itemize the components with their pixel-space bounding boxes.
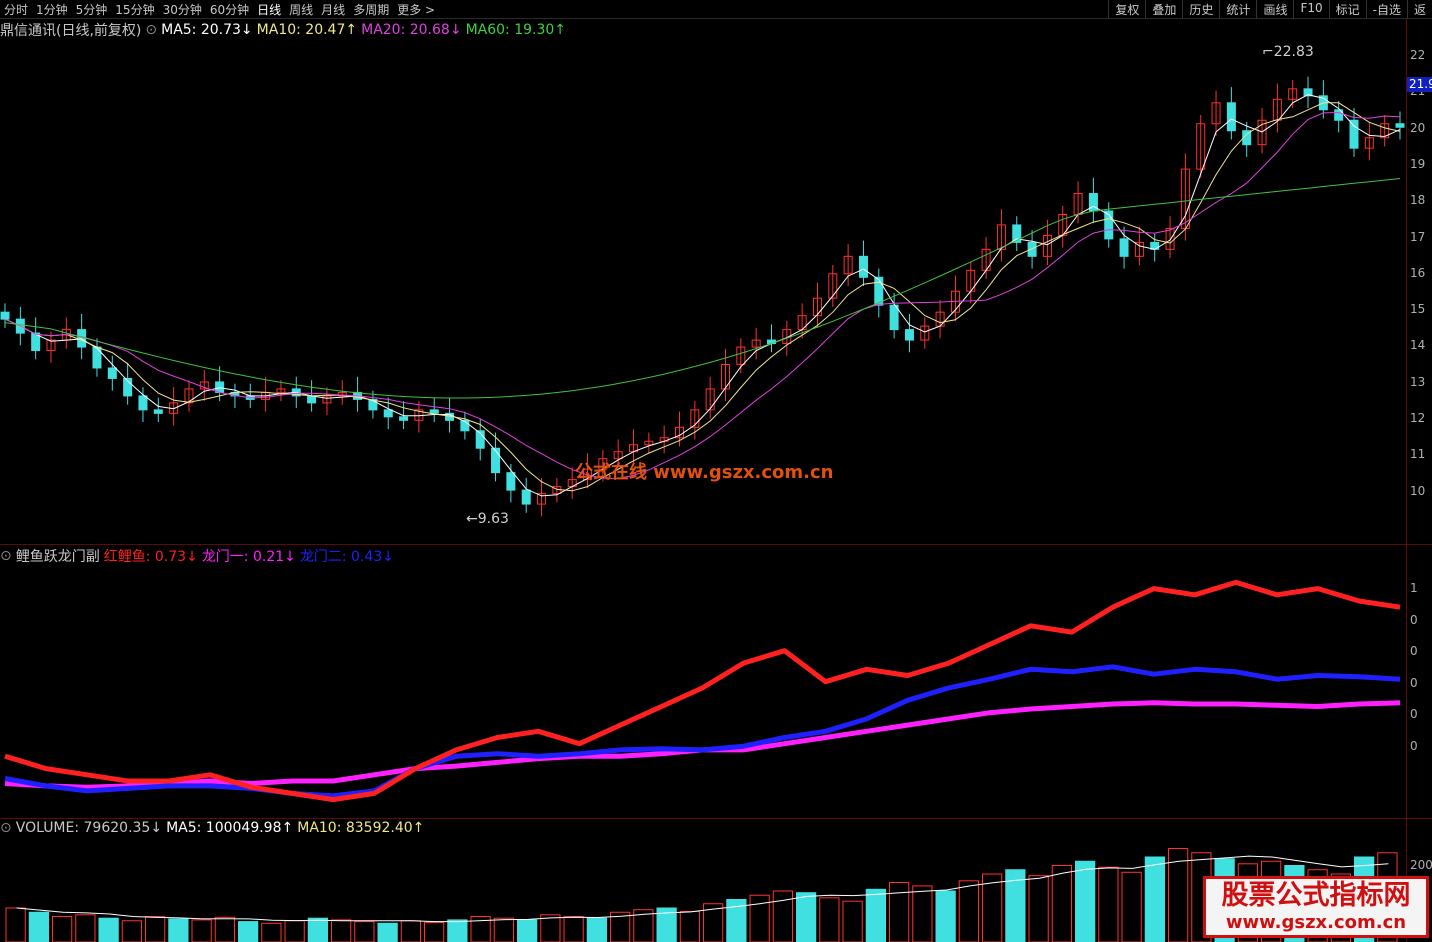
watermark-text: 公式在线 www.gszx.com.cn [575, 462, 834, 483]
volume-bar [935, 890, 956, 942]
volume-bar [842, 900, 863, 942]
volume-bar [121, 920, 142, 942]
volume-bar [284, 920, 305, 942]
ma20-line [4, 111, 1401, 480]
volume-bar [261, 922, 282, 942]
candle-body [215, 381, 225, 393]
low-price-value: 9.63 [477, 511, 509, 527]
volume-bar [865, 888, 886, 942]
volume-bar [796, 892, 817, 942]
ma10-line [4, 102, 1401, 492]
candle-body [138, 395, 148, 411]
price-axis-tick: 11 [1410, 447, 1426, 462]
high-price-value: 22.83 [1273, 44, 1314, 60]
volume-bar [679, 910, 700, 942]
volume-bar [958, 880, 979, 942]
volume-bar [75, 914, 96, 942]
candle-body [506, 472, 516, 491]
candle-body [904, 329, 914, 341]
volume-bar [1121, 871, 1142, 942]
price-axis-tick: 13 [1410, 374, 1426, 389]
volume-bar [331, 919, 352, 942]
candle-body [491, 447, 501, 474]
price-axis-tick: 12 [1410, 411, 1426, 425]
volume-bar [1075, 860, 1096, 942]
high-price-annotation: ⌐22.83 [1262, 44, 1314, 60]
axis-separator [1406, 19, 1407, 942]
candle-body [1027, 241, 1037, 257]
price-axis-tick: 16 [1410, 265, 1426, 280]
price-axis-tick: 14 [1410, 338, 1426, 353]
candle-body [1226, 102, 1236, 132]
brand-name: 股票公式指标网 [1221, 880, 1411, 911]
ma5-line [4, 94, 1401, 497]
volume-bar [1051, 865, 1072, 942]
price-axis-tick: 19 [1410, 156, 1426, 171]
volume-bar [5, 907, 26, 942]
volume-bar [1098, 866, 1119, 942]
indicator-axis-tick: 0 [1410, 612, 1418, 627]
volume-bar [447, 919, 468, 942]
price-axis-tick: 15 [1410, 302, 1426, 317]
volume-bar [563, 916, 584, 942]
price-axis-tick: 18 [1410, 193, 1426, 208]
volume-bar [377, 922, 398, 942]
volume-bar [307, 917, 328, 942]
indicator-axis-tick: 1 [1410, 581, 1418, 595]
volume-bar [191, 919, 212, 942]
candle-body [383, 409, 393, 418]
ma60-line [4, 178, 1401, 399]
candle-body [107, 367, 117, 379]
candle-body [858, 255, 868, 278]
price-axis-tick: 20 [1410, 120, 1426, 135]
volume-bar [424, 921, 445, 942]
candle-body [889, 304, 899, 331]
volume-bar [586, 917, 607, 942]
volume-bar [517, 919, 538, 942]
price-axis-tick: 10 [1410, 483, 1426, 498]
candle-body [1349, 119, 1359, 149]
volume-bar [145, 916, 166, 942]
volume-bar [889, 882, 910, 942]
candle-body [521, 489, 531, 505]
price-axis-tick: 22 [1410, 48, 1426, 62]
candle-body [0, 311, 10, 320]
candle-body [1119, 238, 1129, 257]
indicator-axis-tick: 0 [1410, 738, 1418, 753]
low-price-annotation: ←9.63 [466, 511, 509, 527]
volume-bar [1144, 856, 1165, 942]
indicator-axis-tick: 0 [1410, 675, 1418, 690]
volume-axis-tick: 200 [1410, 858, 1432, 872]
brand-url: www.gszx.com.cn [1225, 912, 1407, 933]
volume-bar [1028, 875, 1049, 942]
candle-body [1395, 123, 1405, 128]
volume-bar [52, 916, 73, 942]
volume-bar [400, 920, 421, 942]
indicator-axis-tick: 0 [1410, 644, 1418, 658]
price-axis-tick: 17 [1410, 229, 1426, 244]
candle-body [399, 416, 409, 421]
tool-button[interactable]: 返 [1406, 0, 1432, 19]
red-carp-line [4, 579, 1401, 803]
volume-bar [772, 890, 793, 942]
candle-body [307, 395, 317, 404]
volume-bar [493, 917, 514, 942]
volume-bar [354, 921, 375, 942]
current-price-tag: 21.9 [1407, 77, 1432, 92]
candle-body [153, 409, 163, 414]
candle-body [92, 346, 102, 369]
volume-bar [214, 916, 235, 942]
volume-bar [98, 917, 119, 942]
volume-bar [168, 918, 189, 942]
brand-logo: 股票公式指标网 www.gszx.com.cn [1203, 876, 1429, 938]
volume-bar [819, 897, 840, 942]
volume-bar [238, 921, 259, 942]
volume-ma5-line [16, 855, 1389, 923]
indicator-axis-tick: 0 [1410, 707, 1418, 721]
volume-bar [28, 911, 49, 942]
volume-bar [912, 885, 933, 942]
candle-body [429, 409, 439, 414]
